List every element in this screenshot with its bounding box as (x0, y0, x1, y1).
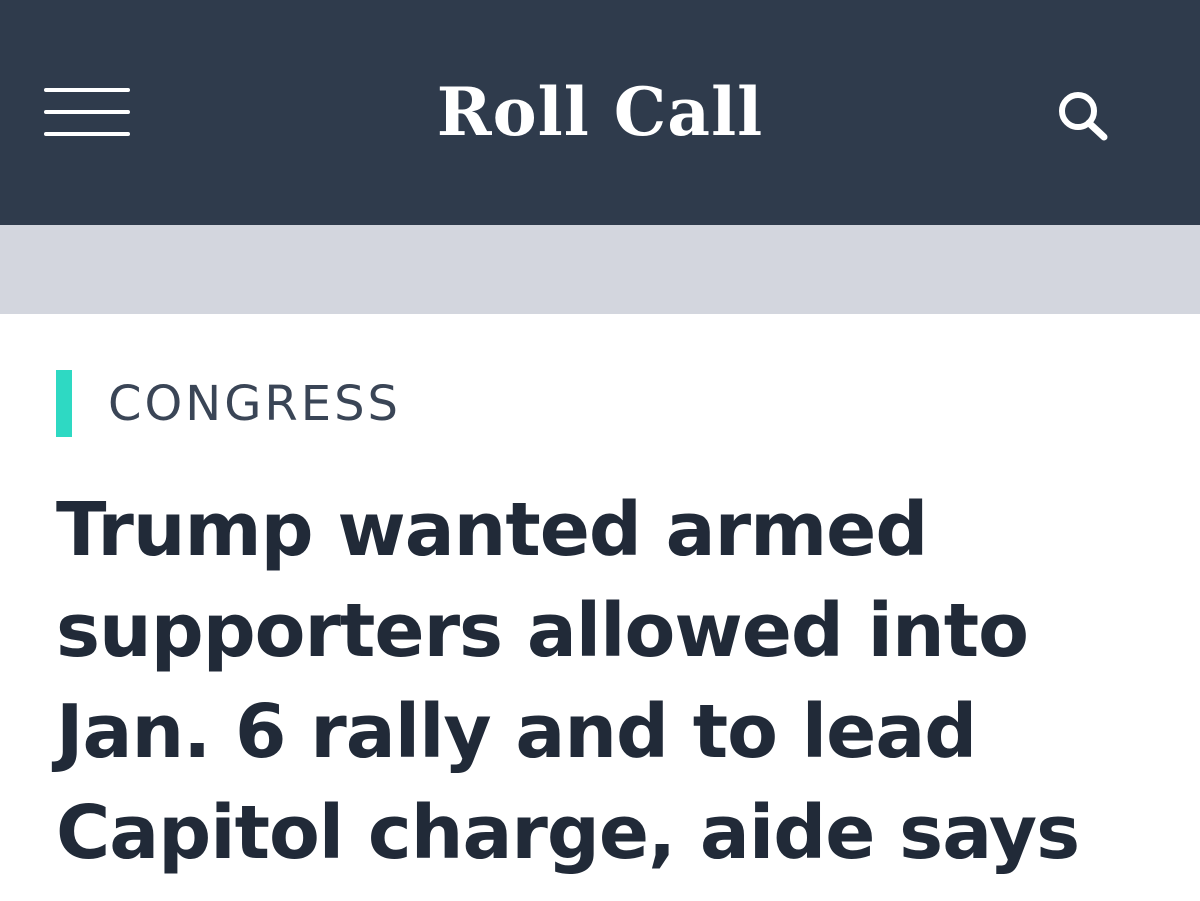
site-header: Roll Call (0, 0, 1200, 225)
site-logo[interactable]: Roll Call (0, 72, 1200, 152)
search-icon[interactable] (1052, 86, 1112, 142)
article-headline[interactable]: Trump wanted armed supporters allowed in… (56, 480, 1176, 884)
ad-banner-placeholder (0, 225, 1200, 314)
article-content: CONGRESS Trump wanted armed supporters a… (0, 314, 1200, 901)
category-accent-bar (56, 370, 72, 437)
category-label[interactable]: CONGRESS (108, 374, 401, 434)
